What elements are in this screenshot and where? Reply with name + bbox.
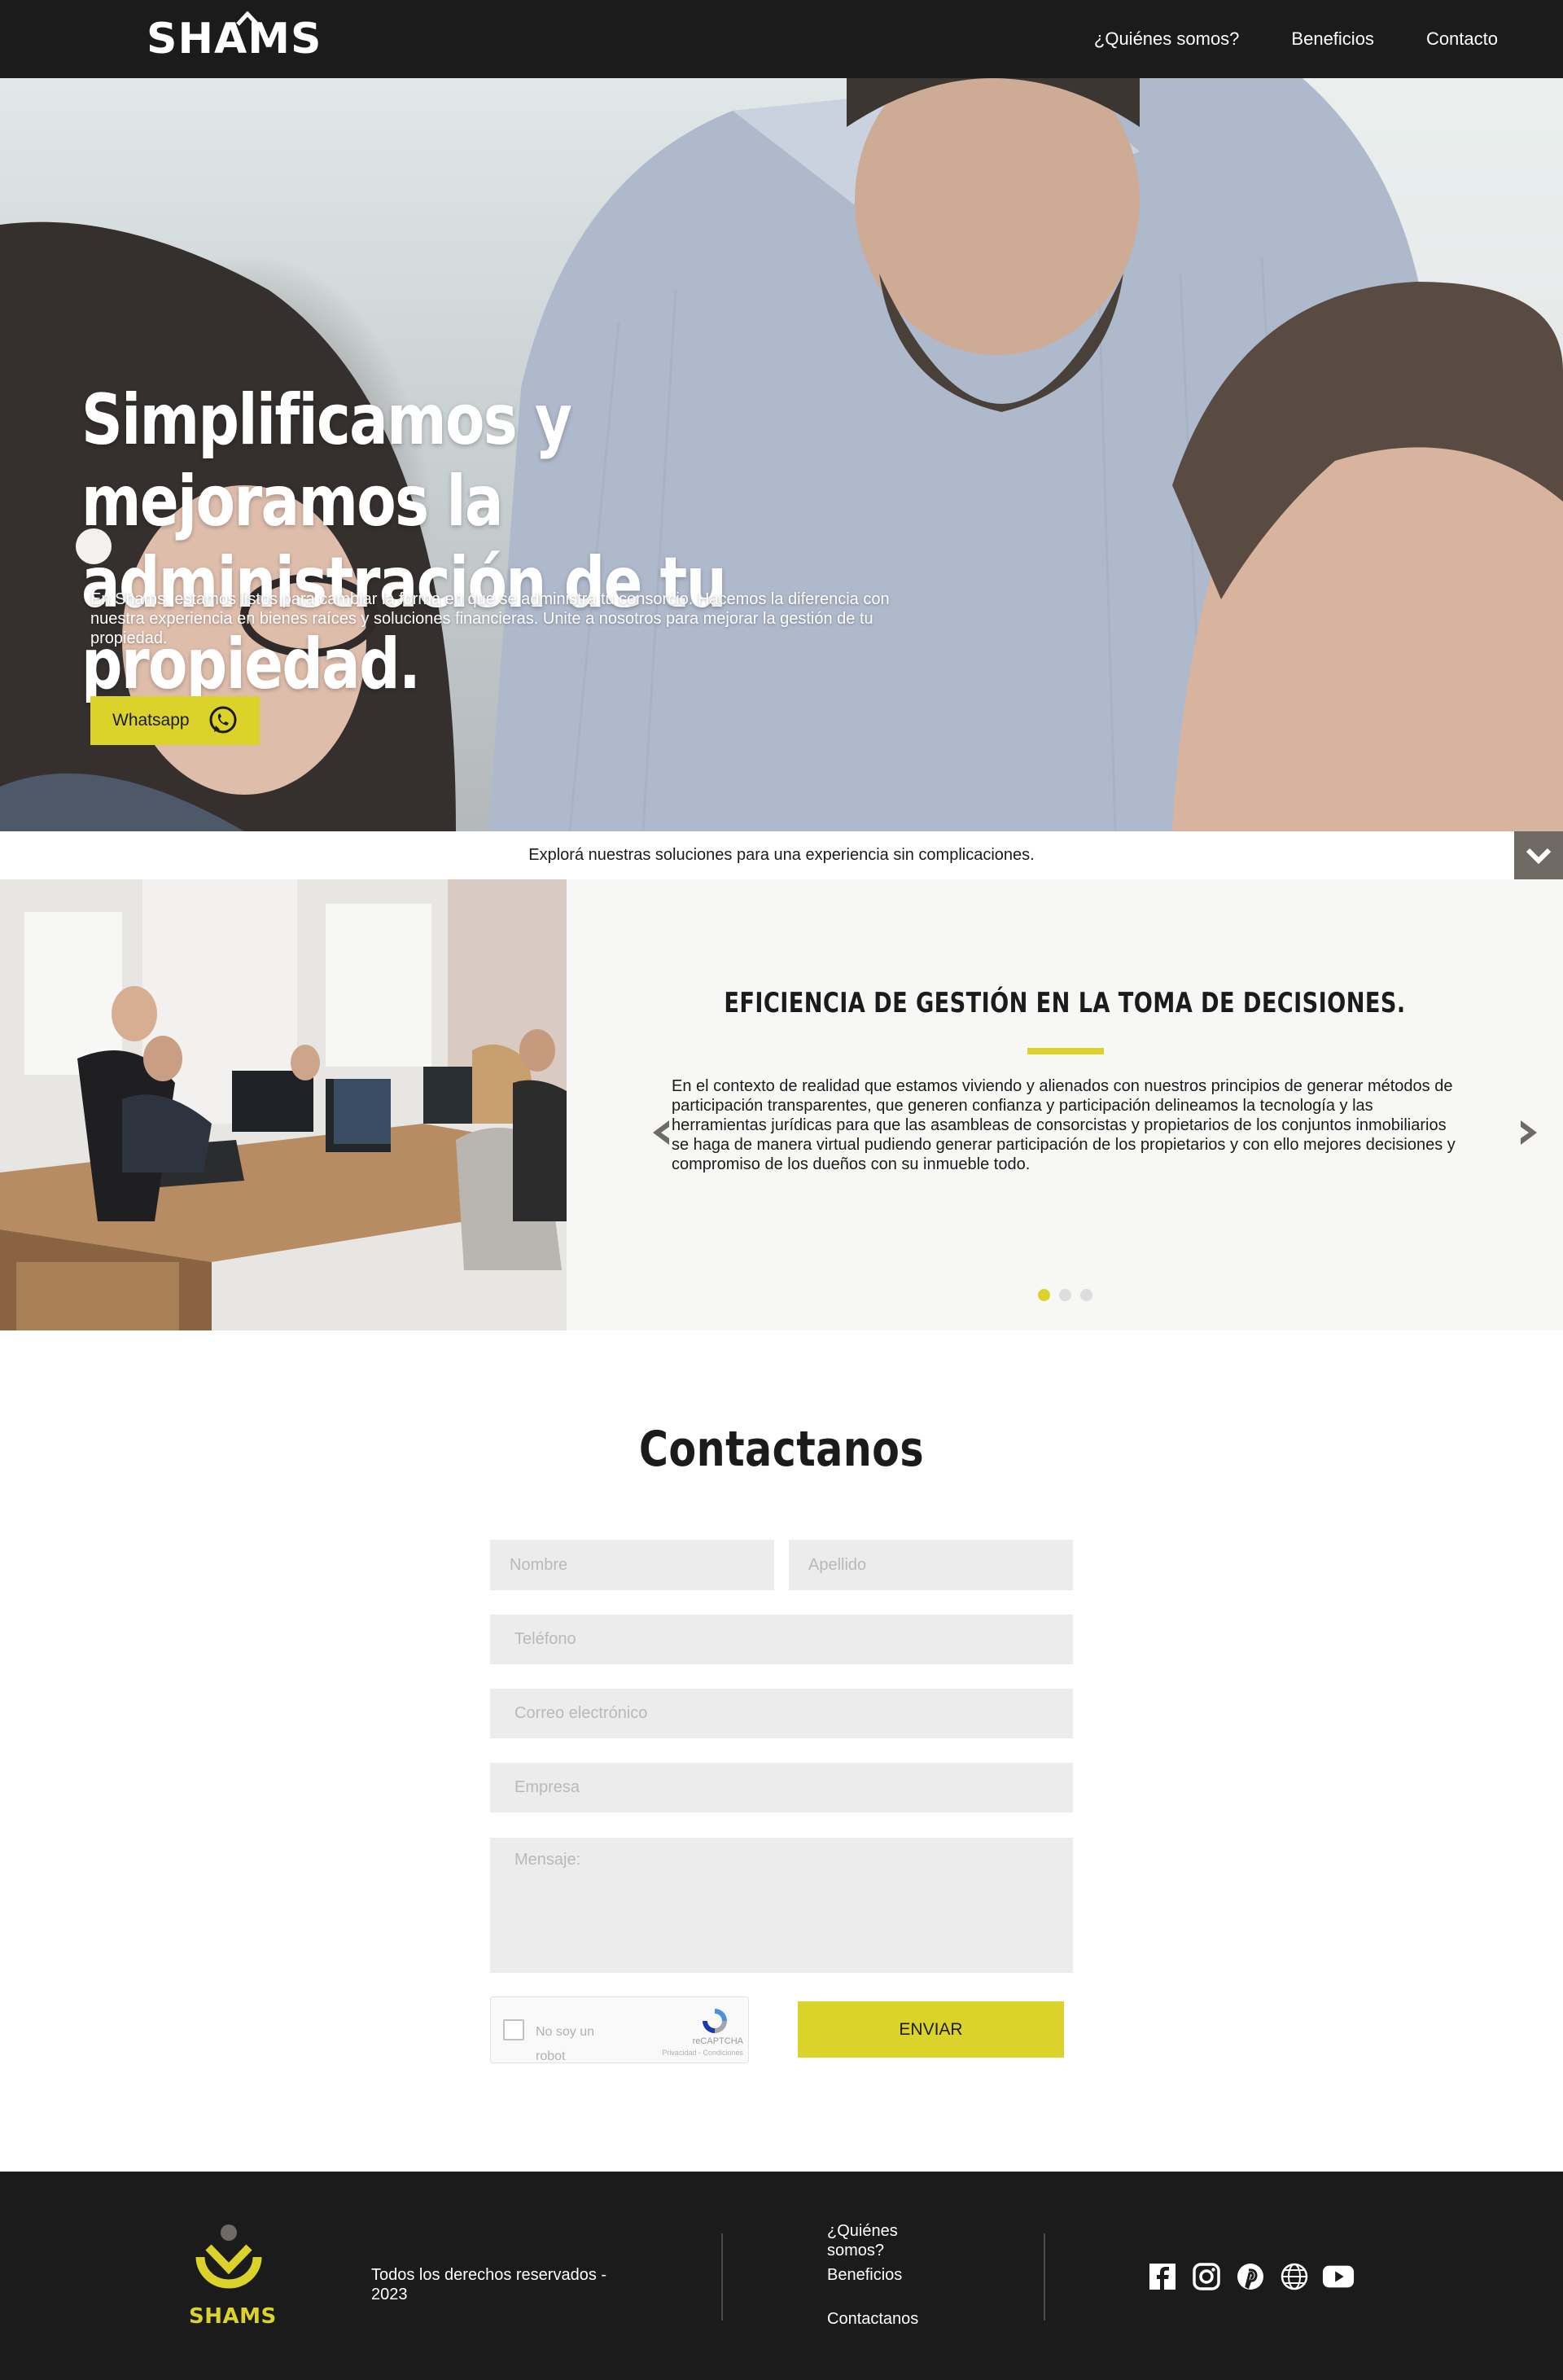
slider-dot-1[interactable]: [1038, 1289, 1050, 1301]
hero-subtitle: En Shams, estamos listos para cambiar la…: [90, 590, 890, 647]
phone-field[interactable]: [490, 1615, 1073, 1664]
recaptcha-brand: reCAPTCHA: [692, 2036, 743, 2046]
recaptcha-checkbox[interactable]: [503, 2019, 524, 2040]
facebook-icon[interactable]: [1146, 2260, 1179, 2293]
slider-pagination: [1038, 1289, 1092, 1301]
slide-text: En el contexto de realidad que estamos v…: [672, 1077, 1456, 1173]
nav-link-quienes-somos[interactable]: ¿Quiénes somos?: [1094, 28, 1240, 50]
explore-strip: Explorá nuestras soluciones para una exp…: [0, 831, 1563, 879]
recaptcha-label: No soy un robot: [536, 2025, 595, 2063]
footer-logo-text: SHAMS: [189, 2304, 277, 2329]
whatsapp-button-label: Whatsapp: [112, 711, 190, 730]
nav-link-beneficios[interactable]: Beneficios: [1291, 28, 1374, 50]
send-button[interactable]: ENVIAR: [798, 2001, 1064, 2058]
logo-text: SHAMS: [147, 15, 322, 64]
slider-dot-3[interactable]: [1080, 1289, 1092, 1301]
last-name-field[interactable]: [789, 1540, 1073, 1590]
social-links: [1146, 2260, 1355, 2293]
message-field[interactable]: [490, 1838, 1073, 1973]
contact-title: Contactanos: [638, 1421, 925, 1478]
nav-link-contacto[interactable]: Contacto: [1426, 28, 1498, 50]
logo-accent-mark: [236, 11, 259, 26]
footer-link-quienes-somos[interactable]: ¿Quiénes somos?: [827, 2221, 917, 2260]
whatsapp-button[interactable]: Whatsapp: [90, 696, 260, 745]
top-navigation-bar: SHAMS ¿Quiénes somos? Beneficios Contact…: [0, 0, 1563, 78]
hero-title: Simplificamos y mejoramos la administrac…: [81, 379, 727, 705]
recaptcha-logo-icon: [703, 2009, 727, 2033]
scroll-down-button[interactable]: [1514, 831, 1563, 879]
office-photo-illustration: [0, 879, 567, 1330]
whatsapp-icon: [209, 706, 237, 734]
office-photo: [0, 879, 567, 1330]
slider-dot-2[interactable]: [1059, 1289, 1071, 1301]
recaptcha-privacy-links[interactable]: Privacidad - Condiciones: [662, 2049, 743, 2057]
instagram-icon[interactable]: [1190, 2260, 1223, 2293]
youtube-icon[interactable]: [1322, 2260, 1355, 2293]
slide-title-underline: [1027, 1048, 1104, 1054]
pinterest-icon[interactable]: [1234, 2260, 1267, 2293]
recaptcha-widget: No soy un robot reCAPTCHA Privacidad - C…: [490, 1996, 749, 2063]
email-field[interactable]: [490, 1689, 1073, 1738]
globe-icon[interactable]: [1278, 2260, 1311, 2293]
company-field[interactable]: [490, 1763, 1073, 1812]
footer-divider-right: [1044, 2233, 1045, 2321]
explore-strip-text: Explorá nuestras soluciones para una exp…: [528, 846, 1035, 864]
footer-copyright: Todos los derechos reservados - 2023: [371, 2266, 607, 2303]
chevron-down-icon: [1526, 848, 1552, 864]
slider-next-arrow[interactable]: [1517, 1119, 1540, 1146]
footer-link-contactanos[interactable]: Contactanos: [827, 2309, 918, 2329]
slide-title: EFICIENCIA DE GESTIÓN EN LA TOMA DE DECI…: [724, 987, 1406, 1019]
shams-logo[interactable]: SHAMS: [147, 11, 322, 64]
main-nav: ¿Quiénes somos? Beneficios Contacto: [1094, 0, 1563, 78]
first-name-field[interactable]: [490, 1540, 774, 1590]
footer-divider-left: [721, 2233, 723, 2321]
slider-prev-arrow[interactable]: [650, 1119, 672, 1146]
footer-link-beneficios[interactable]: Beneficios: [827, 2265, 902, 2285]
